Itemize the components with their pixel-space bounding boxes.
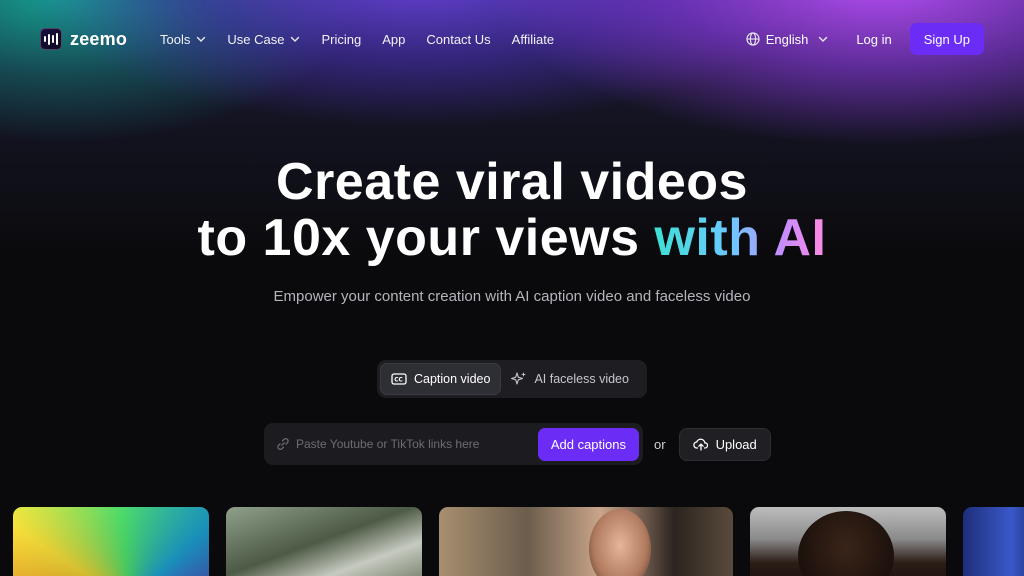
brand-logo[interactable]: zeemo <box>40 28 127 50</box>
mode-switch: CC Caption video AI faceless video <box>377 360 647 398</box>
hero-subtitle: Empower your content creation with AI ca… <box>273 288 751 305</box>
hero-title-line-2: to 10x your views <box>197 209 655 267</box>
person-image <box>589 509 651 576</box>
chevron-down-icon <box>819 36 828 42</box>
svg-text:CC: CC <box>394 378 403 384</box>
hero-section: Create viral videos to 10x your views wi… <box>0 154 1024 305</box>
chevron-down-icon <box>291 36 300 42</box>
link-icon <box>277 438 289 450</box>
video-thumbnail[interactable] <box>226 507 422 576</box>
person-image <box>798 511 894 576</box>
video-thumbnail[interactable] <box>13 507 209 576</box>
language-label: English <box>765 31 809 47</box>
menu-item-pricing[interactable]: Pricing <box>321 32 361 47</box>
hero-title-line-1: Create viral videos <box>276 153 748 211</box>
menu-item-app[interactable]: App <box>382 32 405 47</box>
menu-item-contact-us[interactable]: Contact Us <box>426 32 490 47</box>
video-thumbnail[interactable] <box>439 507 733 576</box>
or-separator: or <box>654 436 666 452</box>
link-input-row: Add captions or Upload <box>264 423 771 465</box>
link-input[interactable] <box>296 437 538 451</box>
nav-right: English Log in Sign Up <box>746 23 984 55</box>
login-link[interactable]: Log in <box>856 32 891 47</box>
main-menu: Tools Use Case Pricing App Contact Us Af… <box>160 32 575 47</box>
upload-button[interactable]: Upload <box>678 427 771 461</box>
language-selector[interactable]: English <box>746 32 829 47</box>
video-showcase <box>0 507 1024 576</box>
mode-caption-video[interactable]: CC Caption video <box>380 363 502 395</box>
menu-item-use-case[interactable]: Use Case <box>227 32 300 47</box>
hero-title: Create viral videos to 10x your views wi… <box>0 154 1024 266</box>
top-navigation: zeemo Tools Use Case Pricing App Contact… <box>40 22 984 56</box>
cloud-upload-icon <box>692 438 708 451</box>
menu-item-tools[interactable]: Tools <box>160 32 206 47</box>
hero-title-highlight: with AI <box>654 209 827 267</box>
closed-caption-icon: CC <box>391 373 407 385</box>
menu-item-affiliate[interactable]: Affiliate <box>512 32 554 47</box>
link-input-box: Add captions <box>264 423 643 465</box>
mode-ai-faceless-video[interactable]: AI faceless video <box>501 363 639 395</box>
globe-icon <box>746 32 760 46</box>
chevron-down-icon <box>197 36 206 42</box>
signup-button[interactable]: Sign Up <box>909 23 984 55</box>
video-thumbnail[interactable] <box>963 507 1024 576</box>
logo-icon <box>40 28 62 50</box>
add-captions-button[interactable]: Add captions <box>537 427 639 461</box>
brand-name: zeemo <box>70 28 128 49</box>
sparkles-icon <box>511 372 527 385</box>
video-thumbnail[interactable] <box>750 507 946 576</box>
